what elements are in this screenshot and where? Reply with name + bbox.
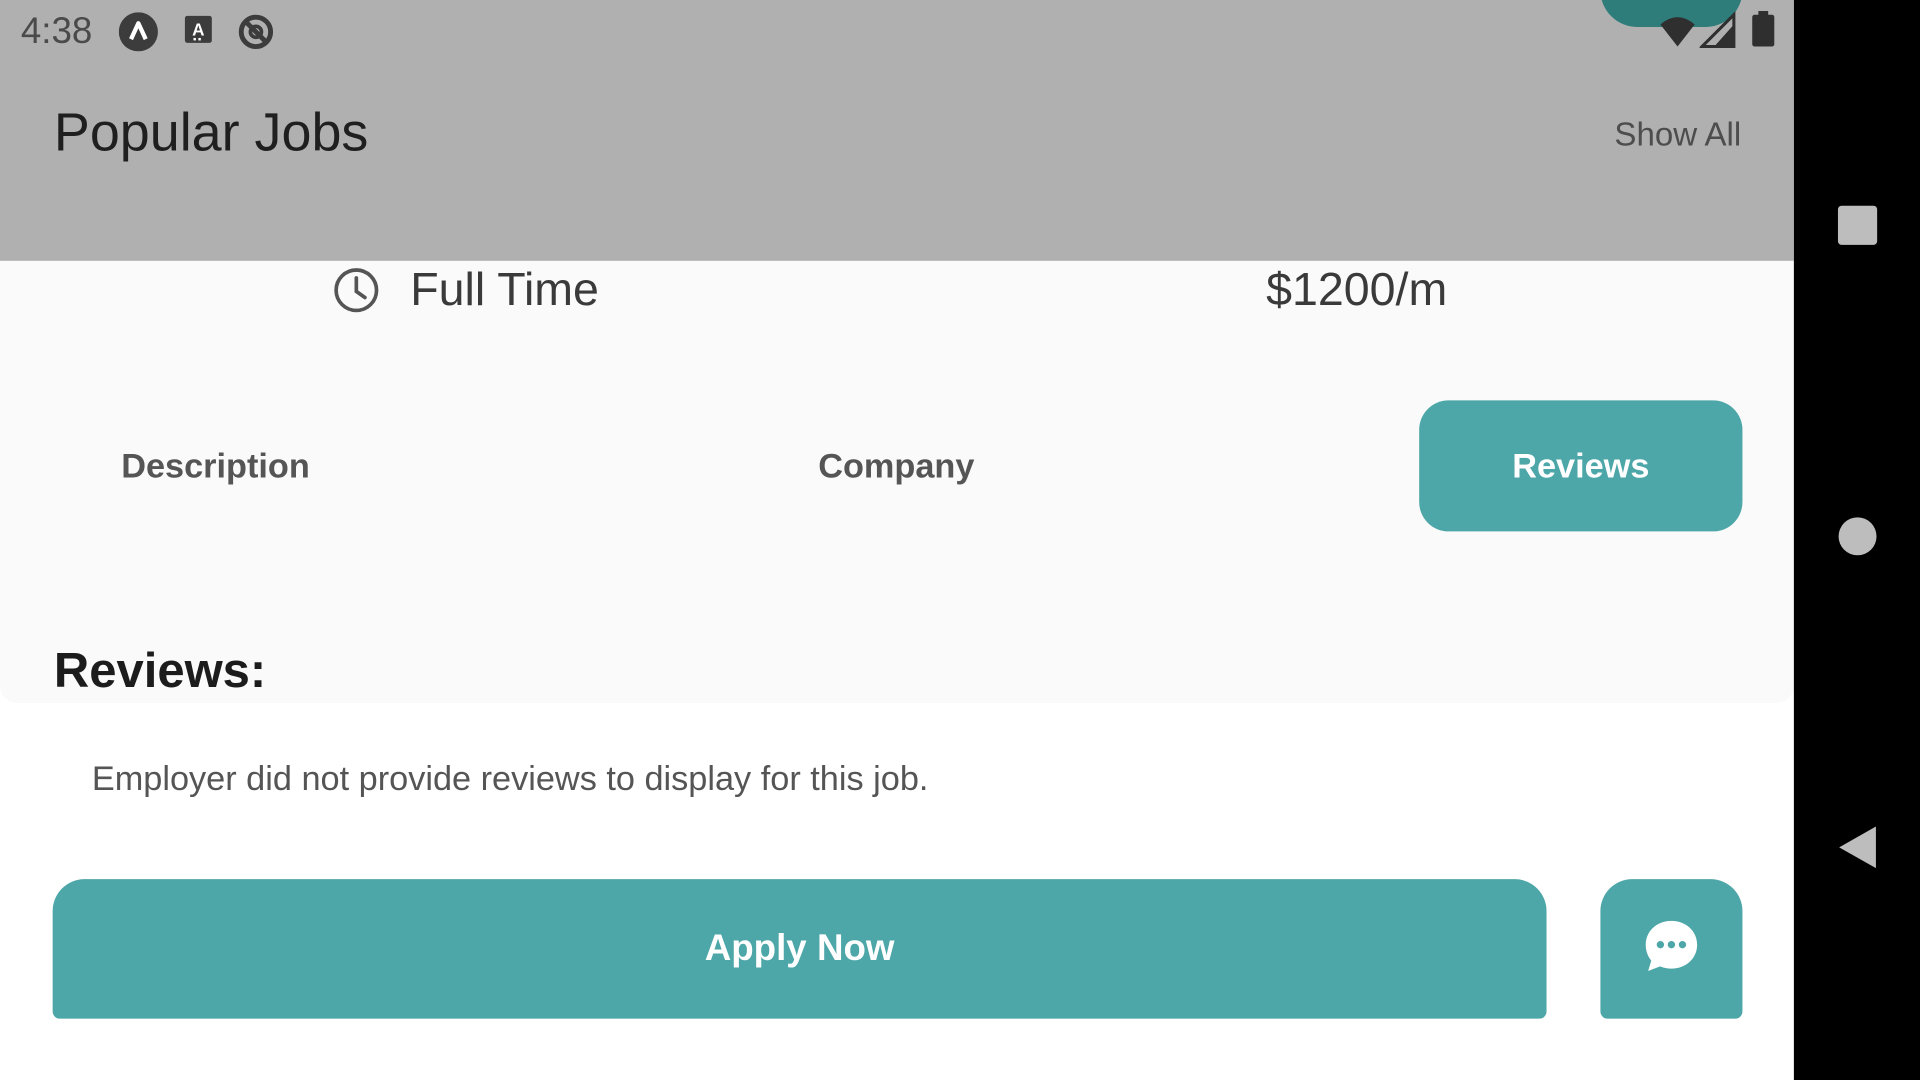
- home-icon: [1836, 515, 1878, 563]
- tab-reviews[interactable]: Reviews: [1419, 400, 1743, 532]
- chat-bubble-icon: [1643, 918, 1699, 980]
- tab-company[interactable]: Company: [735, 400, 1058, 531]
- details-tabs: Description Company Reviews: [0, 400, 1794, 532]
- battery-icon: [1751, 10, 1775, 55]
- show-all-link[interactable]: Show All: [1614, 116, 1741, 154]
- status-time: 4:38: [20, 11, 93, 52]
- page-title: Popular Jobs: [53, 102, 369, 163]
- status-bar: 4:38 A: [0, 0, 1794, 64]
- tab-label: Company: [818, 446, 975, 485]
- apply-now-label: Apply Now: [704, 928, 895, 969]
- section-title: Reviews:: [53, 644, 267, 698]
- chat-button[interactable]: [1600, 879, 1743, 1019]
- tab-label: Description: [121, 446, 310, 485]
- svg-text:A: A: [192, 20, 204, 40]
- salary-label: $1200/m: [1266, 263, 1448, 316]
- screen: 4:38 A Popular Jobs Show All Full Time $…: [0, 0, 1920, 1080]
- clock-icon: [333, 267, 380, 314]
- back-icon: [1836, 823, 1878, 876]
- wifi-icon: [1658, 10, 1697, 55]
- tab-label: Reviews: [1512, 446, 1650, 485]
- job-salary: $1200/m: [1266, 260, 1447, 321]
- app-icon: [118, 12, 158, 52]
- recents-button[interactable]: [1794, 179, 1920, 277]
- sync-disabled-icon: [236, 12, 275, 51]
- apply-now-button[interactable]: Apply Now: [52, 879, 1547, 1019]
- back-button[interactable]: [1794, 801, 1920, 899]
- reviews-empty-message: Employer did not provide reviews to disp…: [91, 759, 929, 798]
- recents-icon: [1836, 204, 1878, 252]
- job-type-label: Full Time: [410, 263, 599, 316]
- app-window: 4:38 A Popular Jobs Show All Full Time $…: [0, 0, 1794, 1080]
- accessibility-icon: A: [182, 12, 221, 51]
- tab-description[interactable]: Description: [54, 400, 377, 531]
- system-navigation-bar: [1793, 0, 1920, 1080]
- cellular-signal-icon: [1698, 10, 1737, 55]
- job-type: Full Time: [333, 260, 599, 321]
- home-button[interactable]: [1794, 490, 1920, 588]
- bottom-safe-area: [0, 1018, 1794, 1080]
